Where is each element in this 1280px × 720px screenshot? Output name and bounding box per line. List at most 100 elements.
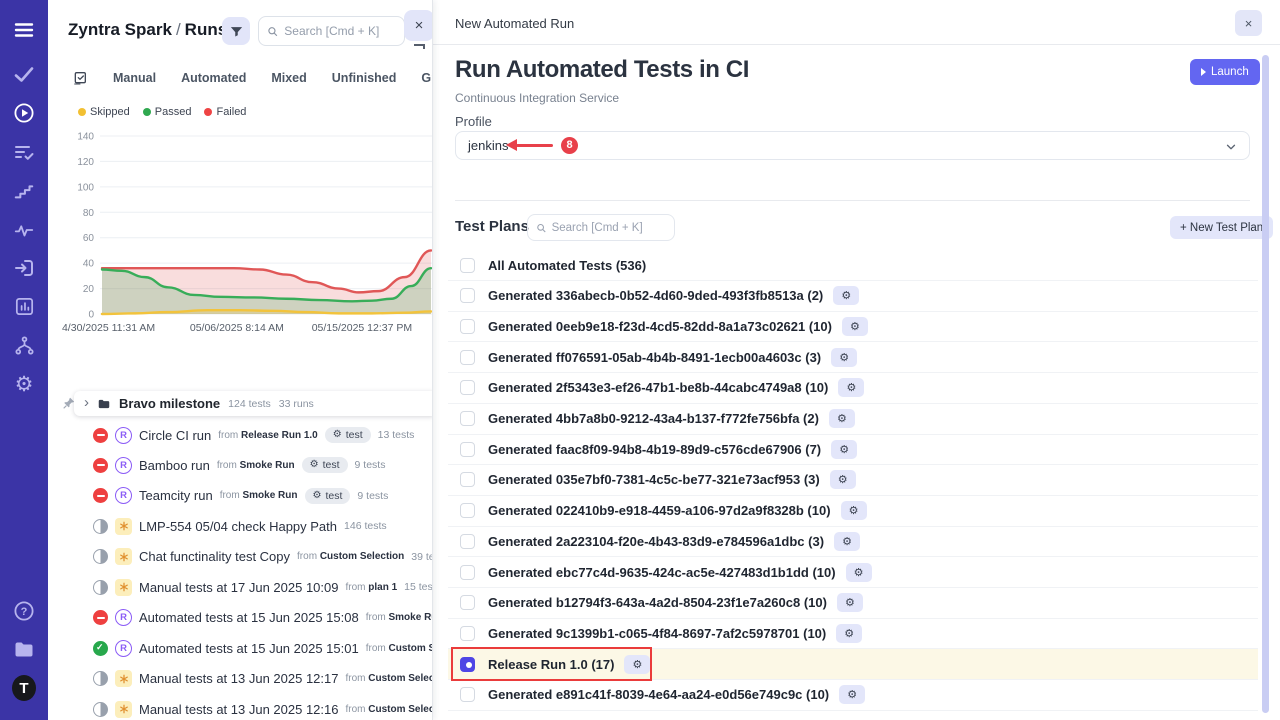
expand-icon[interactable] [414, 44, 425, 49]
import-icon[interactable] [12, 256, 36, 280]
search-icon [536, 222, 547, 234]
runs-search[interactable] [258, 16, 405, 46]
new-test-plan-button[interactable]: + New Test Plan [1170, 216, 1273, 239]
chevron-right-icon[interactable]: › [84, 395, 89, 410]
milestone-card[interactable]: › Bravo milestone 124 tests 33 runs [74, 391, 433, 416]
plan-settings-button[interactable]: ⚙ [831, 440, 857, 459]
run-row[interactable]: LMP-554 05/04 check Happy Path146 tests [48, 511, 433, 541]
test-plan-row[interactable]: Generated ebc77c4d-9635-424c-ac5e-427483… [448, 557, 1258, 588]
plan-settings-button[interactable]: ⚙ [624, 655, 650, 674]
plan-settings-button[interactable]: ⚙ [831, 348, 857, 367]
plan-checkbox[interactable] [460, 595, 475, 610]
test-plan-row[interactable]: Generated faac8f09-94b8-4b19-89d9-c576cd… [448, 434, 1258, 465]
plan-settings-button[interactable]: ⚙ [842, 317, 868, 336]
plan-settings-button[interactable]: ⚙ [837, 593, 863, 612]
test-plan-row[interactable]: Generated 336abecb-0b52-4d60-9ded-493f3f… [448, 281, 1258, 312]
tests-icon[interactable] [12, 62, 36, 86]
plan-settings-button[interactable]: ⚙ [830, 470, 856, 489]
plan-checkbox[interactable] [460, 657, 475, 672]
test-plan-row[interactable]: Generated 022410b9-e918-4459-a106-97d2a9… [448, 496, 1258, 527]
plan-checkbox[interactable] [460, 565, 475, 580]
plan-checkbox[interactable] [460, 350, 475, 365]
milestone-row[interactable]: › Bravo milestone 124 tests 33 runs [48, 391, 433, 417]
plan-checkbox[interactable] [460, 442, 475, 457]
legend-item-failed[interactable]: Failed [204, 106, 246, 118]
new-run-close-button[interactable]: × [1235, 10, 1262, 36]
tab-automated[interactable]: Automated [181, 71, 246, 85]
legend-item-passed[interactable]: Passed [143, 106, 192, 118]
run-row[interactable]: RAutomated tests at 15 Jun 2025 15:08fro… [48, 603, 433, 633]
test-plan-row[interactable]: Release Run 1.0 (17)⚙ [448, 649, 1258, 680]
plan-settings-button[interactable]: ⚙ [838, 378, 864, 397]
test-plans-icon[interactable] [12, 140, 36, 164]
plan-checkbox[interactable] [460, 411, 475, 426]
run-row[interactable]: RTeamcity runfrom Smoke Run⚙test9 tests [48, 481, 433, 511]
test-plans-search-input[interactable] [552, 222, 666, 234]
run-source: from Smoke Run [366, 612, 433, 623]
plan-checkbox[interactable] [460, 687, 475, 702]
plan-checkbox[interactable] [460, 288, 475, 303]
steps-icon[interactable] [12, 179, 36, 203]
pulse-icon[interactable] [12, 218, 36, 242]
run-name: LMP-554 05/04 check Happy Path [139, 519, 337, 534]
run-row[interactable]: RBamboo runfrom Smoke Run⚙test9 tests [48, 450, 433, 480]
plan-checkbox[interactable] [460, 380, 475, 395]
analytics-icon[interactable] [12, 294, 36, 318]
test-plans-search[interactable] [527, 214, 675, 241]
plan-checkbox[interactable] [460, 534, 475, 549]
sidebar: ⚙ ? T [0, 0, 48, 720]
plan-settings-button[interactable]: ⚙ [836, 624, 862, 643]
runs-panel-close-button[interactable]: × [404, 10, 433, 41]
breadcrumb-page[interactable]: Runs [185, 20, 228, 39]
test-plan-row[interactable]: Generated 035e7bf0-7381-4c5c-be77-321e73… [448, 465, 1258, 496]
plan-settings-button[interactable]: ⚙ [841, 501, 867, 520]
test-plan-row[interactable]: Generated 2f5343e3-ef26-47b1-be8b-44cabc… [448, 373, 1258, 404]
runs-search-input[interactable] [284, 24, 396, 38]
legend-item-skipped[interactable]: Skipped [78, 106, 130, 118]
plan-checkbox[interactable] [460, 319, 475, 334]
settings-icon[interactable]: ⚙ [12, 372, 36, 396]
run-row[interactable]: Manual tests at 13 Jun 2025 12:17from Cu… [48, 664, 433, 694]
tab-groups[interactable]: Groups [421, 71, 433, 85]
tab-mixed[interactable]: Mixed [271, 71, 306, 85]
test-plan-row[interactable]: All Automated Tests (536) [448, 250, 1258, 281]
test-badge: ⚙test [325, 427, 371, 443]
tab-manual[interactable]: Manual [113, 71, 156, 85]
help-icon[interactable]: ? [12, 599, 36, 623]
plan-checkbox[interactable] [460, 472, 475, 487]
launch-button[interactable]: Launch [1190, 59, 1260, 85]
run-row[interactable]: RCircle CI runfrom Release Run 1.0⚙test1… [48, 420, 433, 450]
breadcrumb-project[interactable]: Zyntra Spark [68, 20, 172, 39]
runs-icon[interactable] [12, 101, 36, 125]
plan-settings-button[interactable]: ⚙ [846, 563, 872, 582]
test-plan-row[interactable]: Generated 2a223104-f20e-4b43-83d9-e78459… [448, 526, 1258, 557]
plan-settings-button[interactable]: ⚙ [834, 532, 860, 551]
manual-run-icon [115, 518, 132, 535]
test-plan-row[interactable]: Generated ff076591-05ab-4b4b-8491-1ecb00… [448, 342, 1258, 373]
run-source: from Release Run 1.0 [218, 430, 318, 441]
test-plan-row[interactable]: Generated 9c1399b1-c065-4f84-8697-7af2c5… [448, 618, 1258, 649]
plan-settings-button[interactable]: ⚙ [833, 286, 859, 305]
run-row[interactable]: Manual tests at 17 Jun 2025 10:09from pl… [48, 572, 433, 602]
run-row[interactable]: Manual tests at 13 Jun 2025 12:16from Cu… [48, 694, 433, 720]
select-all-icon[interactable] [72, 70, 88, 86]
test-plan-row[interactable]: Generated b12794f3-643a-4a2d-8504-23f1e7… [448, 588, 1258, 619]
test-plan-row[interactable]: Generated 4bb7a8b0-9212-43a4-b137-f772fe… [448, 404, 1258, 435]
run-row[interactable]: RAutomated tests at 15 Jun 2025 15:01fro… [48, 633, 433, 663]
run-source: from Custom Selection [297, 551, 404, 562]
right-panel-scrollbar[interactable] [1262, 55, 1269, 713]
test-plan-row[interactable]: Generated 0eeb9e18-f23d-4cd5-82dd-8a1a73… [448, 311, 1258, 342]
plan-checkbox[interactable] [460, 503, 475, 518]
folder-icon [97, 397, 111, 411]
branches-icon[interactable] [12, 333, 36, 357]
plan-checkbox[interactable] [460, 258, 475, 273]
plan-checkbox[interactable] [460, 626, 475, 641]
plan-settings-button[interactable]: ⚙ [839, 685, 865, 704]
menu-icon[interactable] [12, 18, 36, 42]
run-row[interactable]: Chat functinality test Copyfrom Custom S… [48, 542, 433, 572]
tab-unfinished[interactable]: Unfinished [332, 71, 397, 85]
test-plan-row[interactable]: Generated e891c41f-8039-4e64-aa24-e0d56e… [448, 680, 1258, 711]
plan-settings-button[interactable]: ⚙ [829, 409, 855, 428]
projects-icon[interactable] [12, 637, 36, 661]
filter-button[interactable] [222, 17, 250, 45]
